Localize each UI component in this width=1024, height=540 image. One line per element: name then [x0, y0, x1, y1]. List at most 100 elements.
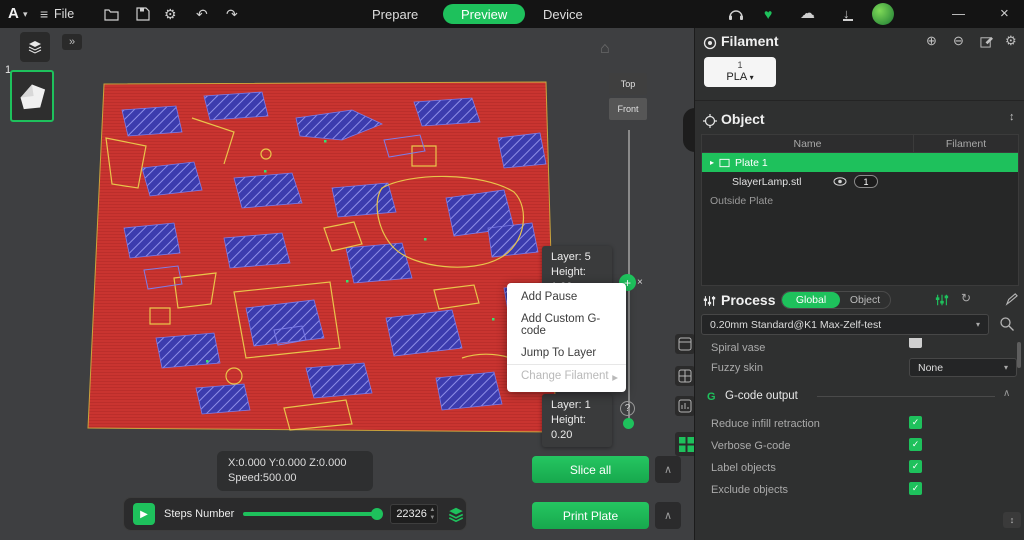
settings-scrollbar-thumb[interactable]: [1017, 342, 1021, 368]
gcode-section-icon: G: [707, 391, 716, 403]
steps-label: Steps Number: [164, 508, 234, 520]
tab-preview[interactable]: Preview: [443, 4, 525, 24]
fuzzy-skin-value: None: [918, 362, 943, 374]
close-icon[interactable]: ×: [1000, 0, 1009, 28]
grid-tool-button[interactable]: [675, 366, 694, 386]
plate-list-button[interactable]: [20, 32, 50, 62]
visibility-eye-icon[interactable]: [833, 177, 847, 186]
right-sidebar: Filament ⊕ ⊖ ⚙ 1 PLA ▾ Object ↕ Name Fil…: [694, 28, 1024, 540]
table-row-model[interactable]: SlayerLamp.stl 1: [702, 172, 1018, 191]
home-view-icon[interactable]: ⌂: [600, 40, 610, 58]
object-crosshair-icon: [703, 114, 717, 128]
view-top-label: Top: [621, 79, 636, 89]
hamburger-icon[interactable]: ≡: [40, 0, 48, 28]
headset-icon[interactable]: [728, 7, 744, 21]
menu-item-add-custom-gcode[interactable]: Add Custom G-code: [507, 308, 626, 342]
plate-thumbnail-model: [14, 76, 50, 116]
table-row-plate[interactable]: ▸ Plate 1: [702, 153, 1018, 172]
sidebar-collapse-handle[interactable]: [683, 108, 695, 152]
panel-tool-button[interactable]: [675, 334, 694, 354]
plate-thumbnail[interactable]: [10, 70, 54, 122]
tab-prepare[interactable]: Prepare: [372, 0, 418, 28]
steps-slider-handle[interactable]: [371, 508, 383, 520]
preset-chevron-down-icon: ▾: [976, 320, 980, 329]
open-folder-icon[interactable]: [104, 8, 119, 21]
toggle-global[interactable]: Global: [782, 292, 840, 308]
green-grid-icon: [679, 437, 694, 452]
preset-search-icon[interactable]: [999, 316, 1015, 332]
undo-icon[interactable]: ↶: [196, 0, 208, 28]
columns-icon: [678, 399, 692, 413]
process-filter-icon[interactable]: [935, 293, 949, 307]
filament-card[interactable]: 1 PLA ▾: [704, 57, 776, 87]
app-logo-icon[interactable]: A: [8, 0, 19, 28]
process-sliders-icon: [703, 294, 716, 308]
filament-settings-gear-icon[interactable]: ⚙: [1005, 33, 1017, 49]
slider-close-icon[interactable]: ×: [637, 277, 643, 288]
view-top-button[interactable]: Top: [609, 73, 647, 95]
print-plate-button[interactable]: Print Plate: [532, 502, 649, 529]
setting-reduce-infill-label: Reduce infill retraction: [711, 418, 820, 430]
file-menu[interactable]: File: [54, 0, 74, 28]
steps-slider[interactable]: [243, 508, 381, 520]
expand-panel-button[interactable]: »: [62, 34, 82, 50]
gcode-section-title: G-code output: [725, 390, 798, 402]
process-title: Process: [721, 292, 775, 308]
settings-gear-icon[interactable]: ⚙: [164, 0, 177, 28]
section-divider: [695, 100, 1024, 101]
object-table-header: Name Filament: [702, 135, 1018, 153]
label-objects-checkbox[interactable]: ✓: [909, 460, 922, 473]
layer-slider-lower-handle[interactable]: [623, 418, 634, 429]
help-button[interactable]: ?: [620, 401, 635, 416]
edit-filament-icon[interactable]: [980, 35, 993, 48]
logo-chevron-down-icon[interactable]: ▾: [23, 0, 28, 28]
process-refresh-icon[interactable]: ↻: [961, 291, 971, 305]
lower-height-text: Height: 0.20: [551, 413, 603, 443]
menu-item-add-pause[interactable]: Add Pause: [507, 286, 626, 308]
tab-device[interactable]: Device: [543, 0, 583, 28]
steps-spin-down-icon[interactable]: ▼: [429, 514, 435, 522]
add-filament-icon[interactable]: ⊕: [926, 33, 937, 49]
menu-item-jump-to-layer[interactable]: Jump To Layer: [507, 342, 626, 364]
minimize-icon[interactable]: —: [952, 0, 965, 28]
download-base-line: [843, 19, 853, 21]
columns-tool-button[interactable]: [675, 396, 694, 416]
panel-icon: [678, 337, 692, 351]
print-options-chevron[interactable]: ∧: [655, 502, 681, 529]
fuzzy-skin-select[interactable]: None ▾: [909, 358, 1017, 377]
avatar[interactable]: [872, 3, 894, 25]
save-icon[interactable]: [136, 7, 150, 21]
sliced-plate-graphic[interactable]: [84, 80, 564, 442]
table-row-outside[interactable]: Outside Plate: [702, 191, 1018, 210]
reduce-infill-checkbox[interactable]: ✓: [909, 416, 922, 429]
layers-green-icon[interactable]: [447, 506, 465, 523]
view-front-button[interactable]: Front: [609, 98, 647, 120]
preset-dropdown[interactable]: 0.20mm Standard@K1 Max-Zelf-test ▾: [701, 314, 989, 335]
object-sort-icon[interactable]: ↕: [1009, 111, 1015, 123]
change-filament-label: Change Filament: [521, 370, 609, 384]
gcode-collapse-chevron-icon[interactable]: ∧: [1003, 388, 1010, 399]
filament-number-badge[interactable]: 1: [854, 175, 878, 188]
steps-spin-up-icon[interactable]: ▲: [429, 506, 435, 514]
column-filament: Filament: [913, 135, 1018, 152]
process-edit-pencil-icon[interactable]: [1005, 293, 1018, 306]
redo-icon[interactable]: ↷: [226, 0, 238, 28]
verbose-gcode-checkbox[interactable]: ✓: [909, 438, 922, 451]
column-name: Name: [702, 135, 913, 152]
slice-options-chevron[interactable]: ∧: [655, 456, 681, 483]
slice-all-button[interactable]: Slice all: [532, 456, 649, 483]
preview-mode-button[interactable]: [675, 432, 694, 456]
setting-spiral-vase-checkbox[interactable]: [909, 338, 922, 348]
print-plate-label: Print Plate: [563, 509, 618, 523]
remove-filament-icon[interactable]: ⊖: [953, 33, 964, 49]
play-button[interactable]: ▶: [133, 503, 155, 525]
expand-settings-button[interactable]: ↕: [1003, 512, 1021, 528]
exclude-objects-checkbox[interactable]: ✓: [909, 482, 922, 495]
view-front-label: Front: [617, 104, 638, 114]
favorites-heart-icon[interactable]: ♥: [764, 0, 772, 28]
row-expand-chevron-icon[interactable]: ▸: [710, 158, 714, 167]
steps-value-input[interactable]: 22326 ▲ ▼: [390, 504, 438, 524]
toggle-object[interactable]: Object: [840, 294, 890, 306]
download-icon[interactable]: ↓: [843, 0, 850, 28]
cloud-upload-icon[interactable]: ☁: [800, 0, 815, 28]
